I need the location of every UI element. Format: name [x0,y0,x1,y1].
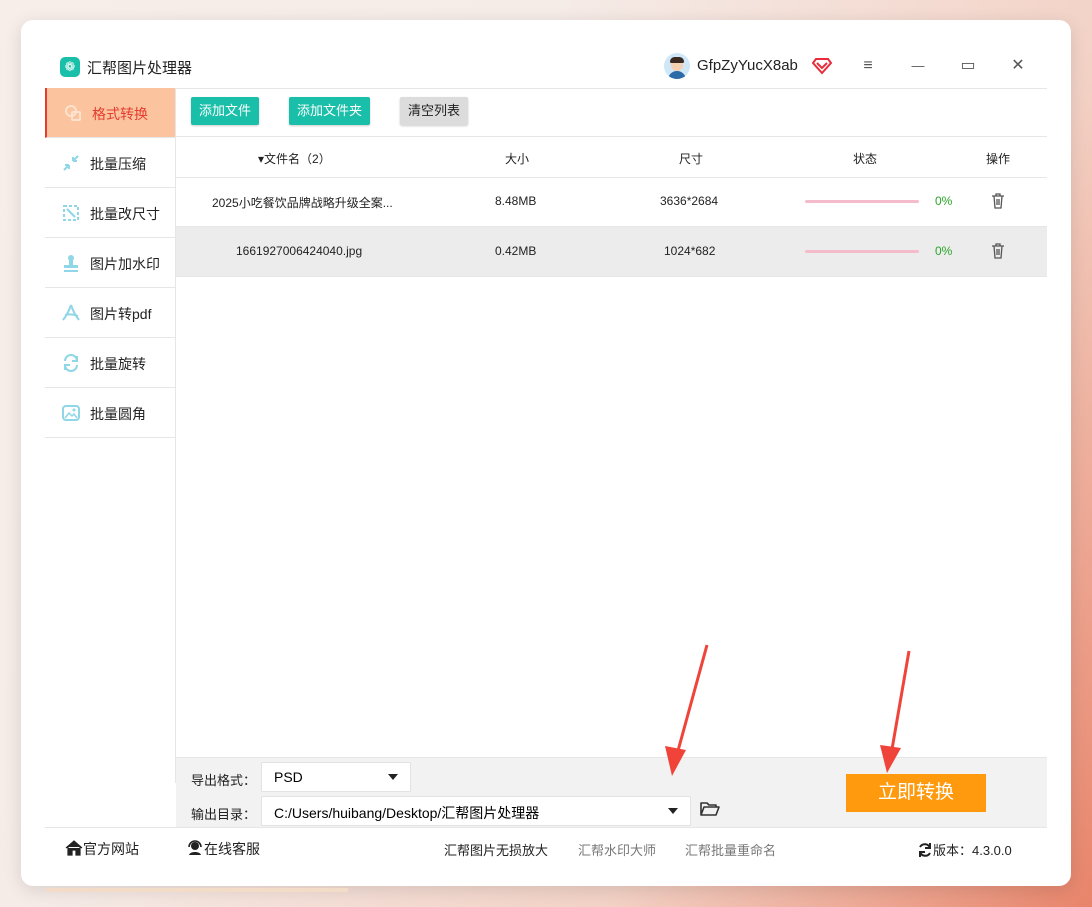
arrow-to-output-dir [665,644,709,776]
annotation-arrows [665,644,911,776]
arrow-to-convert-button [880,650,911,773]
